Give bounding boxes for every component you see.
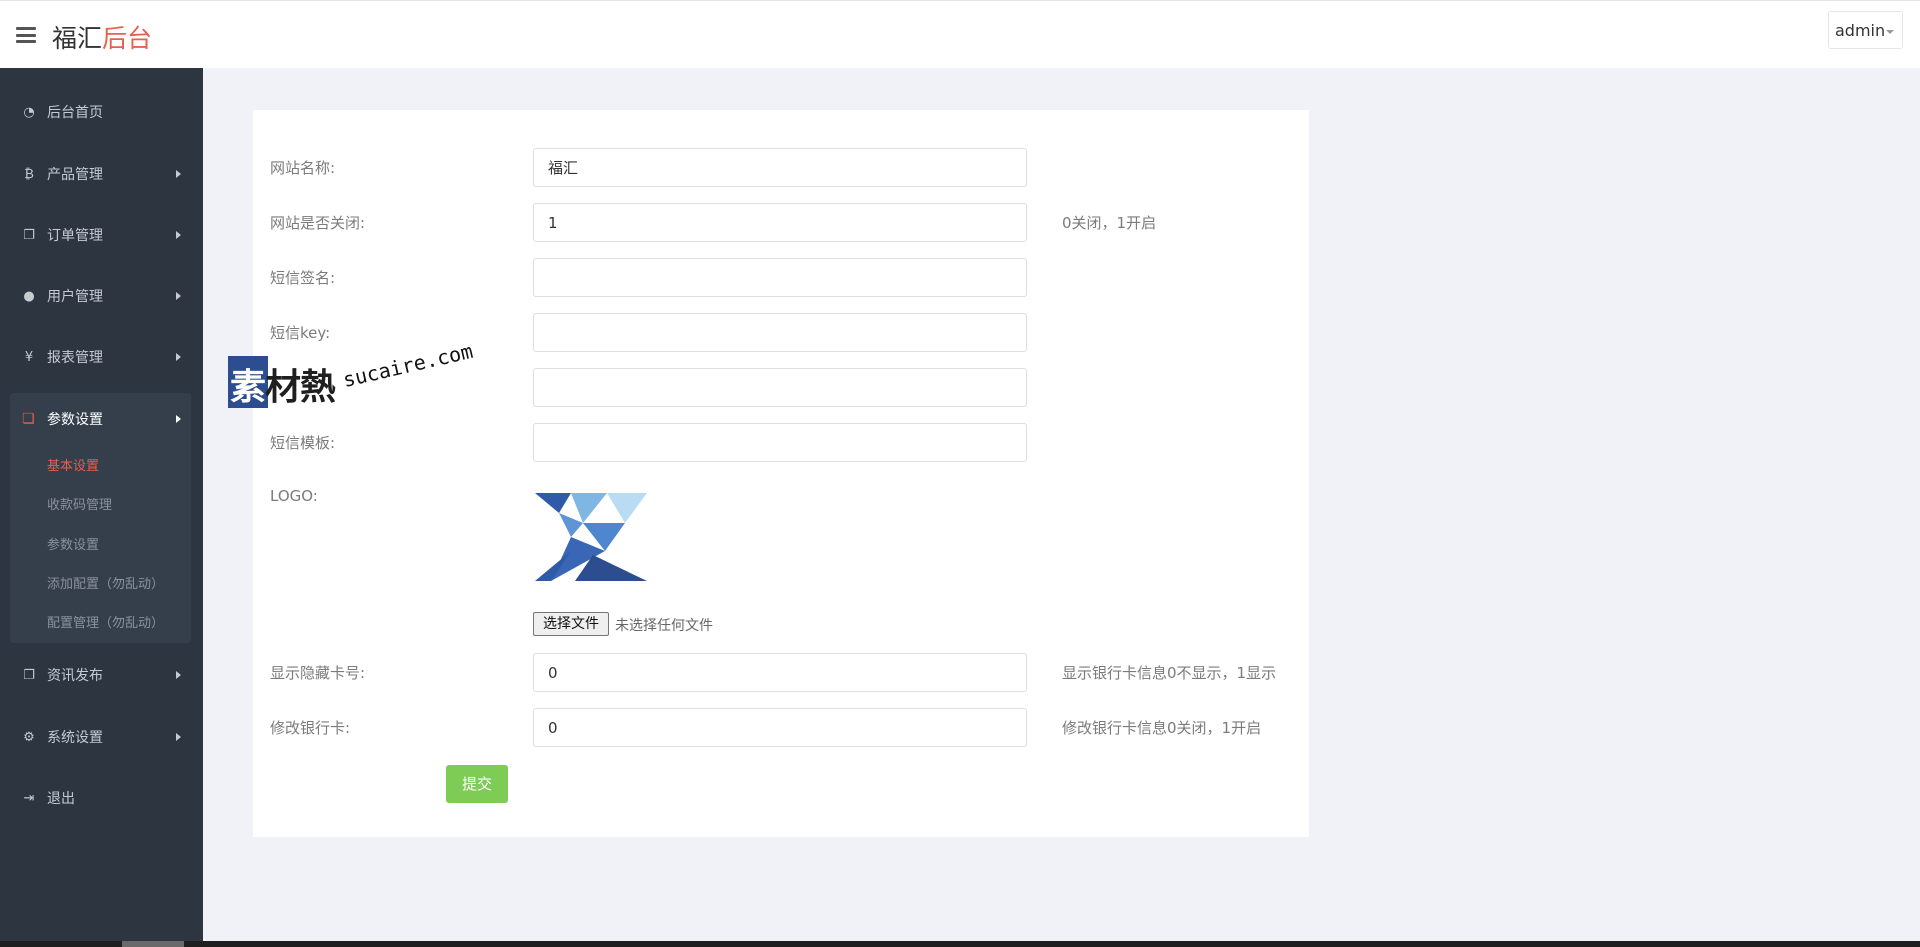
chevron-right-icon: [176, 733, 181, 741]
watermark-rest: 材熱: [265, 367, 336, 408]
sidebar-item-system[interactable]: ⚙ 系统设置: [0, 712, 203, 762]
sms-id-input[interactable]: [533, 368, 1027, 407]
site-closed-label: 网站是否关闭:: [270, 214, 366, 232]
subitem-param-settings[interactable]: 参数设置: [47, 534, 99, 553]
sidebar-item-home[interactable]: ◔ 后台首页: [0, 87, 203, 137]
copy-icon: ❐: [23, 227, 35, 243]
site-name-label: 网站名称:: [270, 159, 336, 177]
chevron-right-icon: [176, 292, 181, 300]
copy-icon: ❐: [23, 667, 35, 683]
brand-accent: 后台: [102, 24, 153, 53]
yen-icon: ¥: [24, 349, 34, 365]
horizontal-scrollbar[interactable]: [0, 941, 1920, 947]
site-closed-input[interactable]: [533, 203, 1027, 242]
sidebar-item-label: 系统设置: [47, 730, 103, 746]
brand-title: 福汇后台: [52, 19, 152, 55]
sms-template-input[interactable]: [533, 423, 1027, 462]
sidebar-item-params[interactable]: ❏ 参数设置: [10, 393, 191, 445]
sidebar-item-users[interactable]: ● 用户管理: [0, 271, 203, 321]
show-card-hint: 显示银行卡信息0不显示，1显示: [1062, 664, 1277, 682]
edit-card-hint: 修改银行卡信息0关闭，1开启: [1062, 719, 1262, 737]
watermark-text: 素材熱: [230, 358, 336, 410]
dashboard-icon: ◔: [23, 104, 35, 120]
sidebar-item-label: 订单管理: [47, 228, 103, 244]
sidebar-item-reports[interactable]: ¥ 报表管理: [0, 332, 203, 382]
sidebar-item-label: 后台首页: [47, 105, 103, 121]
show-card-input[interactable]: [533, 653, 1027, 692]
edit-card-label: 修改银行卡:: [270, 719, 351, 737]
sms-sign-input[interactable]: [533, 258, 1027, 297]
watermark: 素材熱 sucaire.com: [228, 339, 478, 416]
sidebar-item-label: 产品管理: [47, 167, 103, 183]
user-name: admin: [1835, 21, 1886, 40]
caret-down-icon: [1886, 30, 1894, 34]
edit-card-input[interactable]: [533, 708, 1027, 747]
user-icon: ●: [23, 288, 35, 304]
site-name-input[interactable]: [533, 148, 1027, 187]
subitem-add-config[interactable]: 添加配置（勿乱动）: [47, 573, 164, 592]
sidebar-item-label: 参数设置: [47, 412, 103, 428]
sidebar-item-label: 用户管理: [47, 289, 103, 305]
sidebar-item-orders[interactable]: ❐ 订单管理: [0, 210, 203, 260]
chevron-right-icon: [176, 353, 181, 361]
top-bar: 福汇后台 admin: [0, 0, 1920, 68]
choose-file-button[interactable]: 选择文件: [533, 612, 609, 636]
sidebar-item-news[interactable]: ❐ 资讯发布: [0, 650, 203, 700]
subitem-config-manage[interactable]: 配置管理（勿乱动）: [47, 612, 164, 631]
scrollbar-thumb[interactable]: [122, 941, 184, 947]
logo-label: LOGO:: [270, 487, 318, 505]
site-closed-hint: 0关闭，1开启: [1062, 214, 1157, 232]
chevron-right-icon: [176, 671, 181, 679]
sidebar-item-label: 退出: [47, 791, 75, 807]
user-dropdown[interactable]: admin: [1828, 11, 1903, 49]
files-icon: ❏: [22, 411, 35, 427]
sms-sign-label: 短信签名:: [270, 269, 336, 287]
bitcoin-icon: ₿: [24, 167, 34, 182]
sidebar-item-logout[interactable]: ⇥ 退出: [0, 773, 203, 823]
menu-toggle-icon[interactable]: [16, 27, 36, 43]
chevron-right-icon: [176, 415, 181, 423]
brand-main: 福汇: [52, 24, 103, 53]
sidebar: ◔ 后台首页 ₿ 产品管理 ❐ 订单管理 ● 用户管理 ¥ 报表管理 ❏ 参数设置 基本设置…: [0, 68, 203, 941]
sidebar-item-label: 报表管理: [47, 350, 103, 366]
subitem-basic-settings[interactable]: 基本设置: [47, 455, 99, 474]
watermark-first-char: 素: [230, 367, 266, 408]
gears-icon: ⚙: [23, 729, 35, 745]
sidebar-item-label: 资讯发布: [47, 668, 103, 684]
sms-template-label: 短信模板:: [270, 434, 336, 452]
subitem-payment-codes[interactable]: 收款码管理: [47, 494, 112, 513]
sms-key-input[interactable]: [533, 313, 1027, 352]
chevron-right-icon: [176, 170, 181, 178]
sidebar-item-products[interactable]: ₿ 产品管理: [0, 149, 203, 199]
chevron-right-icon: [176, 231, 181, 239]
file-status: 未选择任何文件: [615, 618, 713, 634]
sign-out-icon: ⇥: [23, 790, 35, 806]
logo-image: [535, 493, 647, 581]
submit-button[interactable]: 提交: [446, 765, 508, 803]
settings-form-panel: 网站名称: 网站是否关闭: 0关闭，1开启 短信签名: 短信key: 短信模板:…: [253, 110, 1309, 837]
sms-key-label: 短信key:: [270, 324, 331, 342]
show-card-label: 显示隐藏卡号:: [270, 664, 366, 682]
